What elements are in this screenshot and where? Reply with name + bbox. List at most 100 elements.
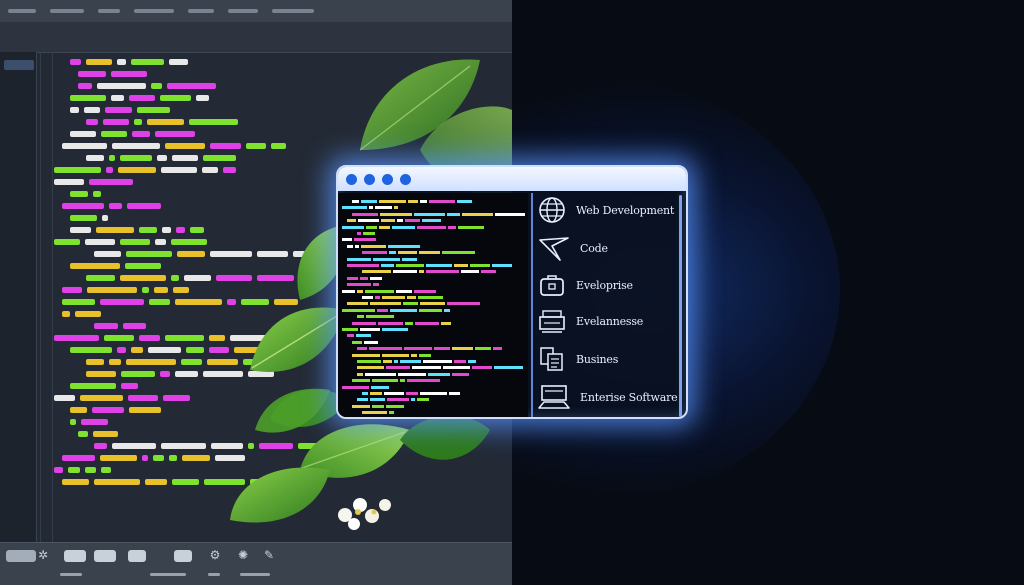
code-token — [169, 455, 177, 461]
status-button[interactable] — [6, 550, 36, 562]
code-token — [129, 95, 155, 101]
window-dot[interactable] — [400, 173, 411, 185]
code-token — [70, 227, 91, 233]
settings-icon[interactable]: ⚙ — [208, 548, 222, 562]
code-token — [182, 455, 210, 461]
code-token — [167, 83, 216, 89]
code-line — [86, 152, 236, 164]
menu-item[interactable] — [134, 9, 174, 13]
code-token — [54, 239, 80, 245]
status-text — [150, 573, 186, 576]
code-token — [81, 419, 108, 425]
code-token — [298, 443, 333, 449]
status-button[interactable] — [128, 550, 146, 562]
code-token — [241, 299, 269, 305]
code-token — [160, 95, 191, 101]
code-token — [389, 251, 396, 255]
code-token — [54, 335, 99, 341]
menu-item[interactable] — [188, 9, 214, 13]
code-token — [347, 264, 379, 267]
code-token — [405, 321, 413, 325]
code-line — [70, 416, 108, 428]
menu-item[interactable] — [50, 9, 84, 13]
menu-item-eveloprise[interactable]: Eveloprise — [538, 270, 686, 300]
code-token — [70, 383, 116, 389]
code-token — [109, 155, 115, 161]
code-token — [175, 299, 222, 305]
code-token — [202, 167, 218, 173]
code-token — [120, 239, 150, 245]
gear-icon[interactable]: ✺ — [236, 548, 250, 562]
status-button[interactable] — [94, 550, 116, 562]
menu-item[interactable] — [228, 9, 258, 13]
code-line — [70, 92, 209, 104]
code-line — [94, 440, 333, 452]
code-token — [354, 238, 376, 242]
code-token — [111, 71, 147, 77]
menu-item[interactable] — [98, 9, 120, 13]
code-token — [372, 379, 398, 383]
editor-toolbar — [0, 22, 512, 53]
code-token — [370, 302, 401, 306]
code-token — [347, 276, 358, 280]
code-token — [380, 212, 412, 216]
code-token — [139, 227, 157, 233]
code-token — [86, 59, 112, 65]
code-token — [151, 83, 162, 89]
menu-item-evelannesse[interactable]: Evelannesse — [538, 306, 686, 336]
menu-item-busines[interactable]: Busines — [538, 344, 686, 374]
code-line — [62, 200, 161, 212]
menu-item-enterise-software[interactable]: Enterise Software — [538, 382, 686, 412]
code-token — [153, 455, 164, 461]
code-token — [397, 219, 403, 223]
menu-item-web-development[interactable]: Web Development — [538, 195, 686, 225]
status-button[interactable] — [64, 550, 86, 562]
code-token — [377, 308, 388, 312]
code-token — [134, 119, 142, 125]
code-line — [342, 205, 398, 210]
code-token — [204, 479, 245, 485]
window-dot[interactable] — [364, 173, 375, 185]
code-line — [70, 380, 138, 392]
code-token — [375, 206, 392, 210]
code-token — [389, 411, 394, 415]
code-line — [352, 378, 440, 383]
window-dot[interactable] — [382, 173, 393, 185]
code-line — [342, 237, 376, 242]
window-dot[interactable] — [346, 173, 357, 185]
code-token — [494, 366, 523, 370]
code-token — [172, 479, 199, 485]
code-token — [68, 467, 80, 473]
code-token — [112, 443, 156, 449]
menu-item-code[interactable]: Code — [538, 233, 686, 263]
code-line — [362, 295, 443, 300]
code-token — [390, 308, 417, 312]
code-line — [352, 404, 404, 409]
code-line — [352, 199, 472, 204]
code-token — [62, 203, 104, 209]
briefcase-icon — [540, 275, 564, 296]
code-token — [101, 131, 127, 137]
code-token — [70, 191, 88, 197]
code-token — [216, 275, 252, 281]
tool-icon[interactable]: ✎ — [262, 548, 276, 562]
code-token — [126, 359, 176, 365]
code-token — [215, 455, 245, 461]
code-line — [70, 404, 161, 416]
code-token — [357, 360, 381, 363]
code-token — [54, 179, 84, 185]
code-token — [117, 59, 126, 65]
menu-item[interactable] — [272, 9, 314, 13]
menu-label: Code — [580, 241, 608, 255]
code-token — [361, 200, 377, 203]
code-token — [342, 238, 352, 242]
status-button[interactable] — [174, 550, 192, 562]
code-token — [175, 371, 198, 377]
code-token — [372, 404, 384, 408]
code-token — [129, 407, 161, 413]
menu-item[interactable] — [8, 9, 36, 13]
code-token — [94, 323, 118, 329]
code-token — [342, 289, 355, 293]
gear-icon[interactable]: ✲ — [36, 548, 50, 562]
code-token — [495, 212, 525, 216]
